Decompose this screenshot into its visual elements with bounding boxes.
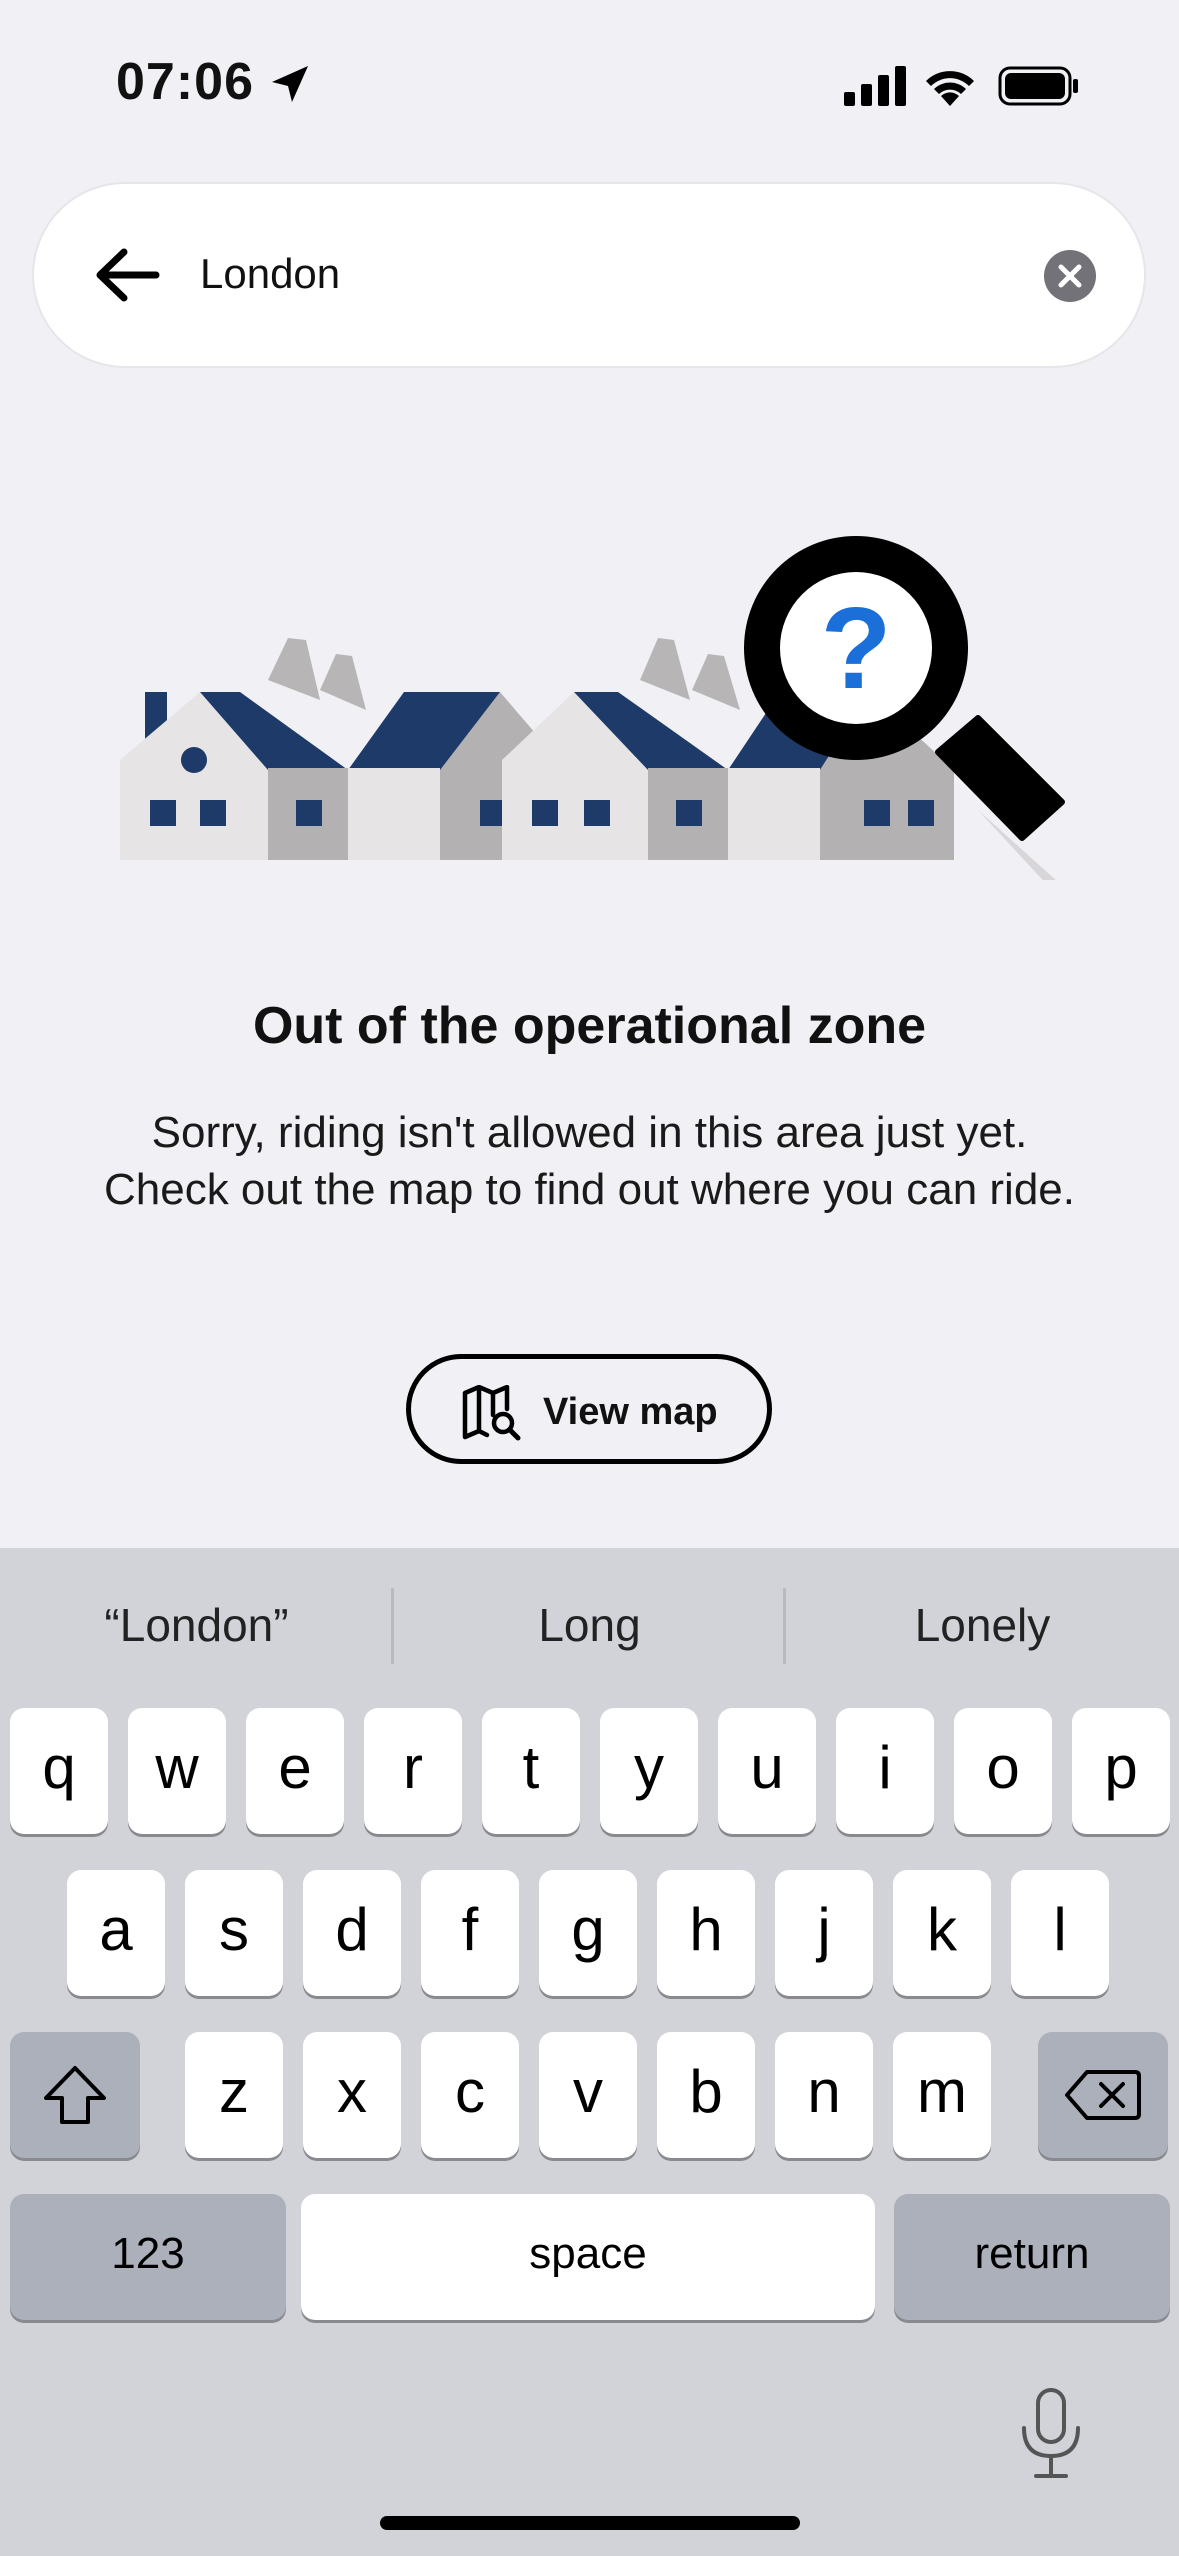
key-i[interactable]: i — [836, 1708, 934, 1834]
key-k[interactable]: k — [893, 1870, 991, 1996]
key-m[interactable]: m — [893, 2032, 991, 2158]
key-h[interactable]: h — [657, 1870, 755, 1996]
houses-magnifier-illustration: ? — [120, 536, 1065, 880]
backspace-key[interactable] — [1038, 2032, 1168, 2158]
key-l[interactable]: l — [1011, 1870, 1109, 1996]
status-bar: 07:06 — [0, 0, 1179, 170]
key-w[interactable]: w — [128, 1708, 226, 1834]
key-p[interactable]: p — [1072, 1708, 1170, 1834]
shift-key[interactable] — [10, 2032, 140, 2158]
key-t[interactable]: t — [482, 1708, 580, 1834]
map-search-icon — [462, 1385, 521, 1441]
clear-icon[interactable] — [1044, 250, 1096, 302]
key-y[interactable]: y — [600, 1708, 698, 1834]
key-x[interactable]: x — [303, 2032, 401, 2158]
status-time: 07:06 — [116, 53, 254, 111]
key-e[interactable]: e — [246, 1708, 344, 1834]
microphone-icon[interactable] — [1018, 2388, 1084, 2480]
empty-state-description: Sorry, riding isn't allowed in this area… — [103, 1108, 1075, 1214]
key-n[interactable]: n — [775, 2032, 873, 2158]
battery-icon — [998, 66, 1078, 106]
key-a[interactable]: a — [67, 1870, 165, 1996]
key-r[interactable]: r — [364, 1708, 462, 1834]
key-o[interactable]: o — [954, 1708, 1052, 1834]
view-map-button[interactable]: View map — [406, 1354, 772, 1464]
suggestion-2[interactable]: Long — [393, 1548, 786, 1702]
view-map-label: View map — [543, 1391, 718, 1433]
key-g[interactable]: g — [539, 1870, 637, 1996]
key-u[interactable]: u — [718, 1708, 816, 1834]
key-f[interactable]: f — [421, 1870, 519, 1996]
search-input[interactable]: London — [200, 250, 340, 298]
wifi-icon — [926, 71, 974, 106]
key-v[interactable]: v — [539, 2032, 637, 2158]
key-q[interactable]: q — [10, 1708, 108, 1834]
key-s[interactable]: s — [185, 1870, 283, 1996]
empty-state-title: Out of the operational zone — [252, 997, 927, 1055]
cellular-signal-icon — [844, 66, 906, 106]
space-key[interactable]: space — [301, 2194, 875, 2320]
key-b[interactable]: b — [657, 2032, 755, 2158]
numbers-key[interactable]: 123 — [10, 2194, 286, 2320]
key-j[interactable]: j — [775, 1870, 873, 1996]
keyboard: “London” Long Lonely q w e r t y u i o p… — [0, 1548, 1179, 2556]
suggestion-1[interactable]: “London” — [0, 1548, 393, 1702]
shift-icon — [44, 2066, 106, 2124]
question-mark: ? — [821, 583, 892, 713]
key-d[interactable]: d — [303, 1870, 401, 1996]
suggestion-3[interactable]: Lonely — [786, 1548, 1179, 1702]
home-indicator[interactable] — [380, 2516, 800, 2530]
key-c[interactable]: c — [421, 2032, 519, 2158]
key-z[interactable]: z — [185, 2032, 283, 2158]
location-arrow-icon — [272, 66, 308, 102]
return-key[interactable]: return — [894, 2194, 1170, 2320]
backspace-icon — [1065, 2070, 1141, 2120]
back-arrow-icon[interactable] — [92, 240, 162, 310]
search-bar[interactable]: London — [32, 182, 1146, 368]
